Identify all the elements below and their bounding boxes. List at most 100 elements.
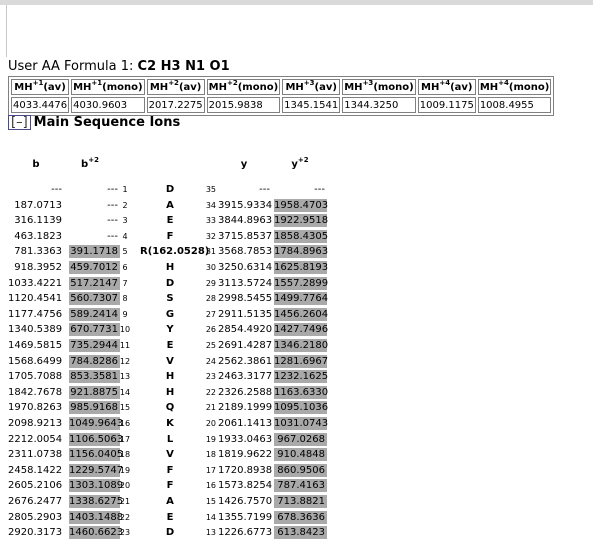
y2-ion-value: 1427.7496 bbox=[274, 323, 329, 337]
residue: Y bbox=[166, 324, 174, 336]
y2-ion-value: 1499.7764 bbox=[274, 292, 329, 306]
b-ion-index: 22 bbox=[119, 512, 131, 522]
ion-row: 2458.1422 1229.5747 19 F 17 1720.8938 860.9506 bbox=[0, 463, 340, 478]
mh-value: 1344.3250 bbox=[342, 97, 416, 113]
b-ion-value: 187.0713 bbox=[14, 199, 62, 211]
b-ion-value: 1120.4541 bbox=[8, 293, 63, 305]
y-ion-index: 35 bbox=[205, 185, 216, 194]
b2-ion-value: 1156.0405 bbox=[69, 448, 124, 462]
mh-header: MH+4(av) bbox=[417, 79, 476, 95]
y-ion-index: 34 bbox=[205, 200, 216, 210]
residue: D bbox=[165, 527, 175, 539]
y-ion-value: 3915.9334 bbox=[218, 199, 273, 211]
y2-ion-value: 967.0268 bbox=[274, 432, 327, 446]
ion-row: 2212.0054 1106.5063 17 L 19 1933.0463 967.0268 bbox=[0, 432, 340, 447]
residue: H bbox=[165, 262, 175, 273]
ion-row: 2920.3173 1460.6623 23 D 13 1226.6773 613.8423 bbox=[0, 525, 340, 540]
y-ion-index: 23 bbox=[205, 372, 216, 382]
mh-value: 4030.9603 bbox=[71, 97, 145, 113]
b2-ion-value: 1338.6275 bbox=[69, 495, 124, 508]
y2-ion-value: 1346.2180 bbox=[274, 339, 329, 352]
mh-header: MH+3(av) bbox=[282, 79, 341, 95]
b-ion-index: 20 bbox=[119, 481, 131, 491]
y-ion-index: 15 bbox=[205, 497, 216, 506]
b2-ion-value: 517.2147 bbox=[69, 276, 120, 290]
residue: K bbox=[166, 418, 174, 429]
ion-row: --- --- 1 D 35 --- --- bbox=[0, 182, 340, 197]
y-ion-value: 3113.5724 bbox=[218, 277, 273, 289]
y-ion-value: 2854.4920 bbox=[218, 324, 273, 336]
y2-ion-value: 1095.1036 bbox=[274, 401, 329, 415]
b-ion-index: 21 bbox=[119, 497, 131, 506]
y-ion-index: 31 bbox=[205, 247, 216, 257]
b-ion-index: 23 bbox=[119, 528, 131, 538]
b-ion-value: 2605.2106 bbox=[8, 480, 63, 492]
collapse-toggle[interactable]: [–] bbox=[8, 115, 31, 130]
y2-ion-value: 1163.6330 bbox=[274, 385, 329, 399]
mh-header: MH+2(mono) bbox=[206, 79, 281, 95]
ion-row: 1120.4541 560.7307 8 S 28 2998.5455 1499.7764 bbox=[0, 291, 340, 306]
y2-ion-value: 1557.2899 bbox=[274, 276, 329, 290]
b-ion-index: 6 bbox=[122, 263, 128, 272]
y-ion-index: 18 bbox=[205, 450, 216, 460]
y2-ion-value: 1858.4305 bbox=[274, 229, 329, 243]
residue: E bbox=[166, 340, 174, 351]
residue: H bbox=[165, 386, 175, 398]
ion-row: 918.3952 459.7012 6 H 30 3250.6314 1625.8193 bbox=[0, 260, 340, 275]
y-ion-value: 2691.4287 bbox=[218, 340, 273, 351]
ion-row: 1177.4756 589.2414 9 G 27 2911.5135 1456.2604 bbox=[0, 307, 340, 322]
b-ion-value: 1340.5389 bbox=[8, 324, 63, 336]
mh-value: 2017.2275 bbox=[146, 97, 205, 113]
y-ion-value: 1720.8938 bbox=[218, 464, 273, 476]
y2-column-header: y+2 bbox=[291, 156, 309, 171]
b2-ion-value: 391.1718 bbox=[69, 245, 120, 259]
b-ion-index: 8 bbox=[122, 294, 128, 304]
b-ion-index: 7 bbox=[122, 278, 128, 288]
b2-ion-value: 1229.5747 bbox=[69, 463, 124, 477]
mh-value: 1009.1175 bbox=[417, 97, 476, 113]
b2-ion-value: 1460.6623 bbox=[69, 526, 124, 540]
b-ion-value: 1842.7678 bbox=[8, 386, 63, 398]
b-ion-index: 5 bbox=[122, 247, 128, 257]
b-ion-value: 1970.8263 bbox=[8, 402, 63, 414]
y-ion-value: 2061.1413 bbox=[218, 418, 273, 429]
residue: F bbox=[166, 230, 174, 242]
b-ion-value: 463.1823 bbox=[14, 230, 62, 242]
residue: V bbox=[166, 449, 174, 461]
residue: D bbox=[165, 277, 175, 289]
ion-row: 1568.6499 784.8286 12 V 24 2562.3861 1281.6967 bbox=[0, 354, 340, 369]
b2-ion-value: --- bbox=[107, 199, 118, 211]
b-column-header: b bbox=[32, 159, 40, 170]
b-ion-index: 11 bbox=[119, 341, 131, 350]
ion-row: 187.0713 --- 2 A 34 3915.9334 1958.4703 bbox=[0, 198, 340, 213]
y-ion-index: 17 bbox=[205, 465, 216, 475]
b-ion-value: --- bbox=[51, 184, 62, 195]
y-ion-index: 20 bbox=[205, 419, 216, 428]
y-ion-index: 13 bbox=[205, 528, 216, 538]
mh-header-row: MH+1(av) MH+1(mono) MH+2(av) MH+2(mono) … bbox=[11, 79, 552, 95]
y-ion-index: 30 bbox=[205, 263, 216, 272]
b2-ion-value: 670.7731 bbox=[69, 323, 120, 337]
b-ion-value: 2458.1422 bbox=[8, 464, 63, 476]
b2-ion-value: 1106.5063 bbox=[69, 432, 124, 446]
b-ion-value: 316.1139 bbox=[14, 215, 62, 227]
b-ion-index: 9 bbox=[122, 309, 128, 319]
b-ion-value: 2212.0054 bbox=[8, 433, 63, 445]
mh-value: 1345.1541 bbox=[282, 97, 341, 113]
mh-header: MH+3(mono) bbox=[342, 79, 416, 95]
ion-row: 1705.7088 853.3581 13 H 23 2463.3177 1232.1625 bbox=[0, 369, 340, 384]
ion-row: 2676.2477 1338.6275 21 A 15 1426.7570 713.8821 bbox=[0, 494, 340, 509]
b-ion-value: 2920.3173 bbox=[8, 527, 63, 539]
b2-ion-value: --- bbox=[107, 215, 118, 227]
ion-row: 2805.2903 1403.1488 22 E 14 1355.7199 678.3636 bbox=[0, 510, 340, 525]
residue: H bbox=[165, 371, 175, 383]
section-title: Main Sequence Ions bbox=[33, 115, 181, 130]
y-ion-index: 14 bbox=[205, 512, 216, 522]
y-ion-value: 2189.1999 bbox=[218, 402, 273, 414]
y2-ion-value: 678.3636 bbox=[274, 510, 327, 524]
b-ion-index: 13 bbox=[119, 372, 131, 382]
y-ion-value: 1819.9622 bbox=[218, 449, 273, 461]
y-ion-index: 16 bbox=[205, 481, 216, 491]
residue: D bbox=[165, 184, 175, 195]
b-ion-value: 1705.7088 bbox=[8, 371, 63, 383]
